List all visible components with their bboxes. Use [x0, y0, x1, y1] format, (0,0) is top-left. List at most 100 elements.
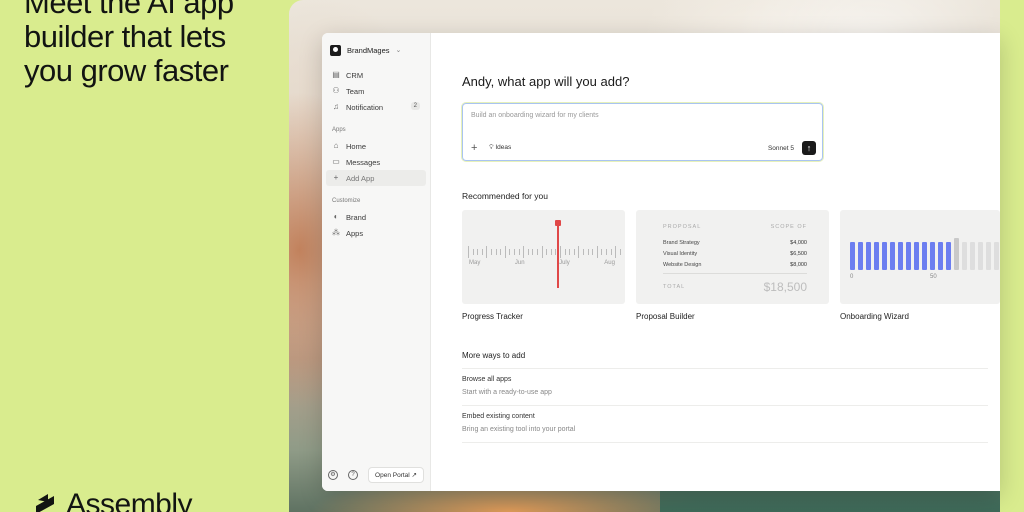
sidebar-item-label: Apps: [346, 228, 364, 238]
notification-count-badge: 2: [410, 102, 420, 110]
timeline-tick: [541, 246, 543, 258]
timeline-tick: [569, 249, 571, 255]
sidebar-item-label: Home: [346, 141, 367, 151]
send-arrow-icon[interactable]: ↑: [802, 141, 816, 155]
list-item-embed-content[interactable]: Embed existing content Bring an existing…: [462, 406, 988, 443]
sidebar-item-add-app[interactable]: + Add App: [326, 170, 426, 186]
more-ways-list: Browse all apps Start with a ready-to-us…: [462, 368, 988, 443]
progress-bar-filled: [914, 242, 919, 270]
brand-lockup: Assembly: [34, 488, 193, 512]
timeline-tick: [523, 246, 525, 258]
sidebar-item-brand[interactable]: ◐ Brand: [326, 209, 426, 225]
timeline-tick: [596, 246, 598, 258]
timeline-tick: [481, 249, 483, 255]
attach-plus-icon[interactable]: +: [471, 143, 477, 154]
month-label: May: [469, 260, 481, 266]
main-content: Andy, what app will you add? Build an on…: [431, 33, 1000, 491]
sidebar-item-home[interactable]: ⌂ Home: [326, 138, 426, 154]
progress-bar-filled: [858, 242, 863, 270]
model-selector[interactable]: Sonnet 5: [768, 145, 794, 152]
axis-label: 50: [930, 274, 937, 280]
progress-bar-filled: [938, 242, 943, 270]
workspace-switcher[interactable]: BrandMages ⌄: [326, 39, 426, 61]
timeline-tick: [610, 249, 612, 255]
month-label: July: [559, 260, 570, 266]
progress-bars: [850, 238, 1000, 270]
card-proposal-builder[interactable]: PROPOSAL SCOPE OF Brand Strategy $4,000 …: [636, 210, 829, 321]
sidebar-item-label: Messages: [346, 157, 381, 167]
headline-line-1: Meet the AI app: [24, 0, 234, 20]
crm-icon: ▤: [332, 70, 340, 79]
timeline-tick: [573, 249, 575, 255]
progress-bar-empty: [962, 242, 967, 270]
proposal-row: Visual Identity $6,500: [663, 251, 807, 257]
progress-bar-empty: [954, 238, 959, 270]
progress-bar-filled: [930, 242, 935, 270]
timeline-tick: [495, 249, 497, 255]
progress-tracker-preview: May Jun July Aug: [462, 210, 625, 304]
timeline-tick: [504, 246, 506, 258]
workspace-icon: [330, 44, 341, 56]
sidebar-footer: ⚙ ? Open Portal ↗: [328, 467, 424, 483]
brand-name: Assembly: [66, 488, 193, 512]
list-item-subtitle: Start with a ready-to-use app: [462, 389, 552, 396]
timeline-tick: [546, 249, 548, 255]
ideas-label: Ideas: [495, 144, 512, 151]
total-label: TOTAL: [663, 284, 686, 290]
card-label: Progress Tracker: [462, 312, 523, 321]
timeline-tick: [532, 249, 534, 255]
list-item-title: Embed existing content: [462, 413, 535, 420]
card-onboarding-wizard[interactable]: 0 50 Onboarding Wizard: [840, 210, 1000, 321]
timeline-tick: [550, 249, 552, 255]
sidebar-item-label: Brand: [346, 212, 367, 222]
progress-bar-filled: [874, 242, 879, 270]
page-title: Andy, what app will you add?: [462, 74, 630, 89]
total-value: $18,500: [763, 280, 807, 294]
sidebar-item-team[interactable]: ⚇ Team: [326, 83, 426, 99]
app-prompt-input[interactable]: Build an onboarding wizard for my client…: [462, 103, 823, 161]
month-label: Aug: [604, 260, 615, 266]
headline-line-2: builder that lets: [24, 19, 226, 54]
team-icon: ⚇: [332, 86, 340, 95]
proposal-row: Brand Strategy $4,000: [663, 240, 807, 246]
sidebar-item-crm[interactable]: ▤ CRM: [326, 67, 426, 83]
proposal-total: TOTAL $18,500: [663, 280, 807, 294]
progress-bar-filled: [890, 242, 895, 270]
timeline-tick: [500, 249, 502, 255]
timeline-tick: [564, 249, 566, 255]
sidebar-item-messages[interactable]: ▭ Messages: [326, 154, 426, 170]
card-label: Onboarding Wizard: [840, 312, 909, 321]
timeline-tick: [583, 249, 584, 255]
ideas-button[interactable]: 💡︎ Ideas: [489, 144, 511, 152]
timeline-tick: [518, 249, 520, 255]
sidebar-item-apps[interactable]: ⁂ Apps: [326, 225, 426, 241]
proposal-row: Website Design $8,000: [663, 262, 807, 268]
card-progress-tracker[interactable]: May Jun July Aug Progress Tracker: [462, 210, 625, 321]
progress-bar-filled: [946, 242, 951, 270]
section-label-apps: Apps: [332, 127, 346, 133]
proposal-header: PROPOSAL: [663, 224, 702, 230]
settings-gear-icon[interactable]: ⚙: [328, 470, 338, 480]
list-item-subtitle: Bring an existing tool into your portal: [462, 426, 576, 433]
app-window: BrandMages ⌄ ▤ CRM ⚇ Team ♫ Notification…: [322, 33, 1000, 491]
home-icon: ⌂: [333, 141, 339, 150]
card-label: Proposal Builder: [636, 312, 695, 321]
progress-bar-filled: [898, 242, 903, 270]
plus-icon: +: [333, 173, 339, 182]
timeline-ticks: [468, 246, 621, 258]
progress-bar-empty: [994, 242, 999, 270]
list-item-browse-apps[interactable]: Browse all apps Start with a ready-to-us…: [462, 369, 988, 406]
workspace-name: BrandMages: [347, 45, 390, 55]
timeline-tick: [601, 249, 603, 255]
timeline-tick: [560, 246, 561, 258]
open-portal-button[interactable]: Open Portal ↗: [368, 467, 424, 483]
sidebar-item-notification[interactable]: ♫ Notification 2: [326, 99, 426, 115]
timeline-tick: [468, 246, 469, 258]
help-icon[interactable]: ?: [348, 470, 358, 480]
message-icon: ▭: [332, 157, 340, 166]
timeline-months: May Jun July Aug: [469, 260, 615, 266]
sidebar: BrandMages ⌄ ▤ CRM ⚇ Team ♫ Notification…: [322, 33, 431, 491]
lightbulb-icon: 💡︎: [489, 144, 494, 151]
proposal-builder-preview: PROPOSAL SCOPE OF Brand Strategy $4,000 …: [636, 210, 829, 304]
progress-bar-filled: [906, 242, 911, 270]
